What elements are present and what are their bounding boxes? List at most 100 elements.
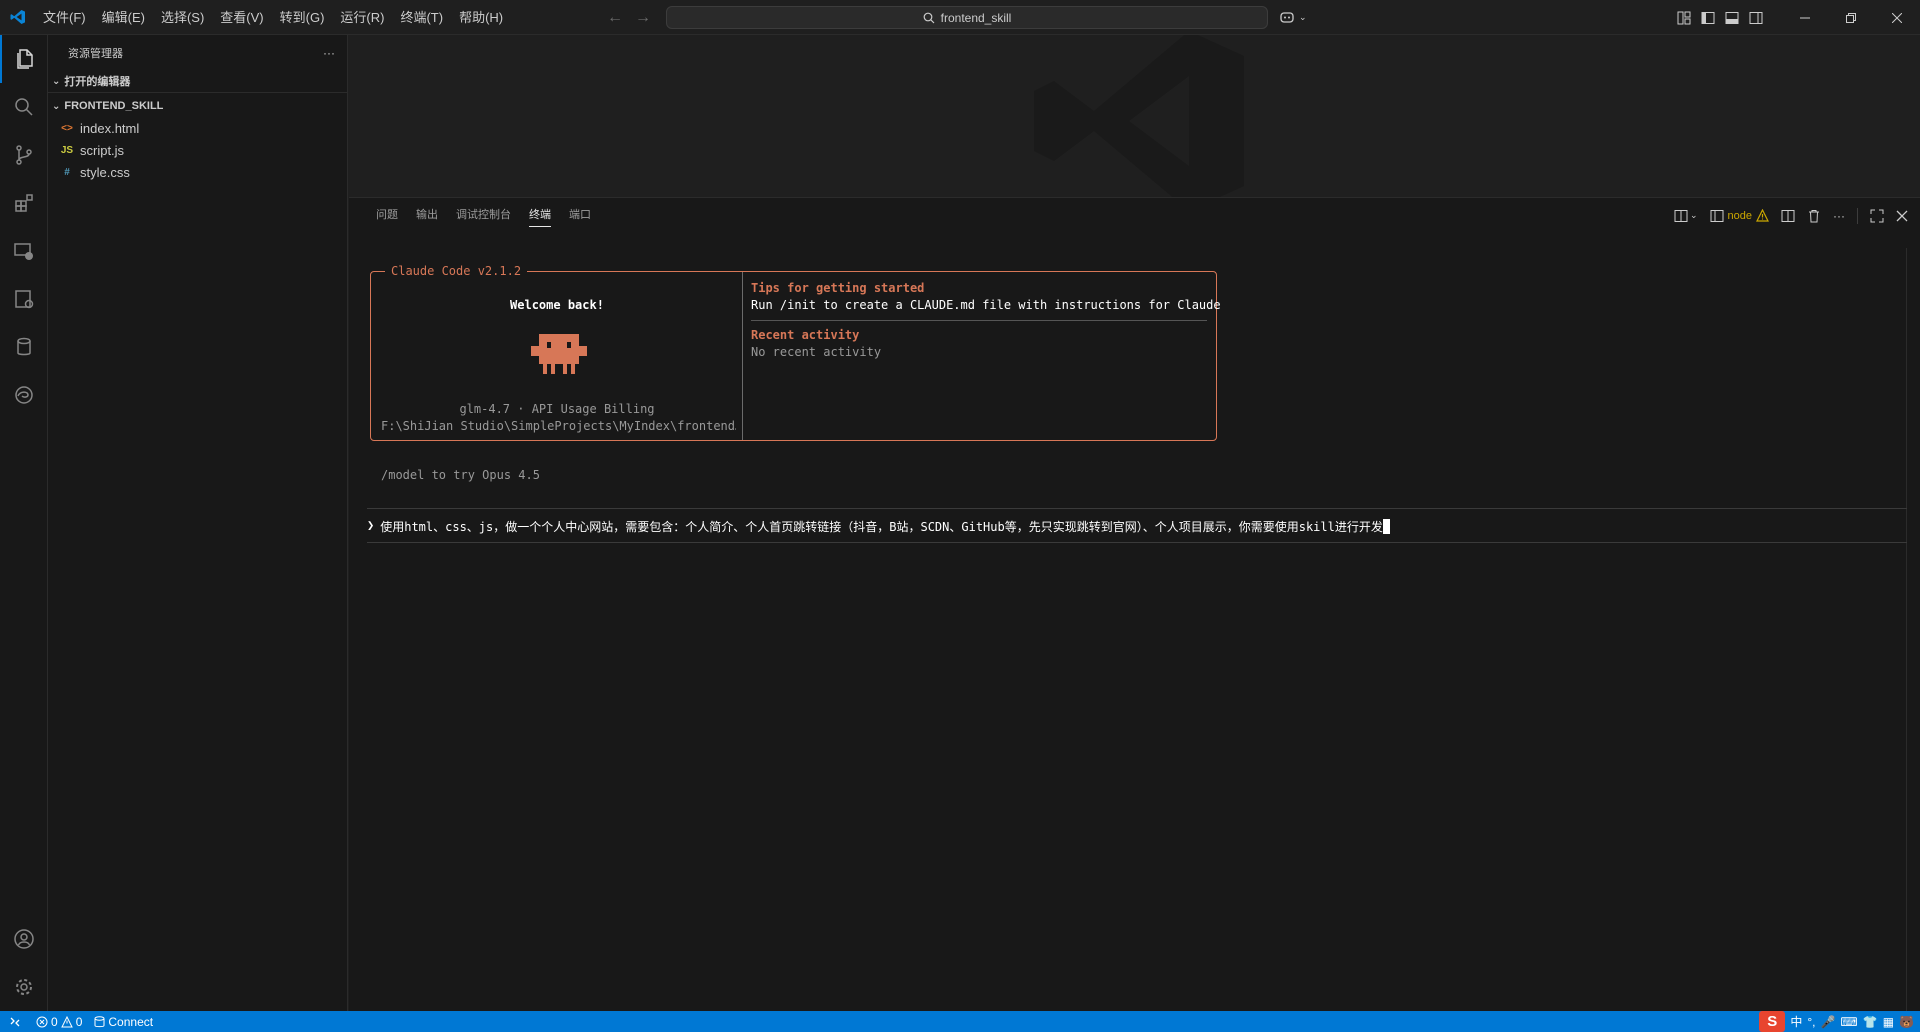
maximize-panel-icon[interactable] [1870, 209, 1884, 223]
warning-icon [60, 1015, 73, 1027]
connect-status[interactable]: Connect [88, 1011, 159, 1032]
minimize-icon [1800, 17, 1810, 18]
connect-label: Connect [108, 1014, 154, 1029]
open-editors-label: 打开的编辑器 [64, 76, 131, 88]
working-directory: F:\ShiJian Studio\SimpleProjects\MyIndex… [381, 419, 736, 433]
explorer-activity[interactable] [0, 35, 48, 83]
terminal-scrollbar[interactable] [1906, 248, 1920, 1012]
folder-section[interactable]: ⌄ FRONTEND_SKILL [48, 95, 347, 117]
panel-actions: ⌄ node ··· [1674, 198, 1908, 233]
file-name: style.css [80, 164, 130, 180]
extensions-activity[interactable] [0, 179, 48, 227]
problems-status[interactable]: 0 0 [30, 1011, 88, 1032]
menu-edit[interactable]: 编辑(E) [94, 0, 153, 35]
remote-indicator[interactable] [0, 1011, 30, 1032]
ime-chinese-mode[interactable]: 中 [1790, 1013, 1802, 1030]
search-icon [15, 98, 33, 116]
toggle-secondary-sidebar-icon[interactable] [1748, 10, 1764, 26]
edge-icon [15, 386, 33, 404]
menu-selection[interactable]: 选择(S) [153, 0, 212, 35]
source-control-activity[interactable] [0, 131, 48, 179]
tab-problems[interactable]: 问题 [367, 198, 407, 233]
menu-terminal[interactable]: 终端(T) [392, 0, 451, 35]
search-activity[interactable] [0, 83, 48, 131]
back-arrow-icon[interactable]: ← [606, 9, 624, 27]
toggle-primary-sidebar-icon[interactable] [1700, 10, 1716, 26]
activity-bar [0, 35, 48, 1011]
more-actions-button[interactable]: ··· [323, 46, 335, 60]
command-center-search[interactable]: frontend_skill [666, 6, 1268, 29]
close-panel-icon[interactable] [1896, 210, 1908, 222]
text-cursor [1382, 519, 1390, 534]
tab-terminal[interactable]: 终端 [520, 198, 560, 233]
edge-devtools-activity[interactable] [0, 371, 48, 419]
gear-icon [16, 979, 32, 995]
chevron-down-icon: ⌄ [1689, 210, 1698, 220]
menu-go[interactable]: 转到(G) [272, 0, 333, 35]
status-bar: 0 0 Connect S 中 °, 🎤 ⌨ 👕 ▦ 🐻 [0, 1011, 1920, 1032]
manage-activity[interactable] [0, 963, 48, 1011]
layout-controls [1676, 0, 1764, 35]
file-item-style-css[interactable]: # style.css [48, 161, 347, 183]
js-file-icon: JS [60, 144, 74, 156]
tips-text: Run /init to create a CLAUDE.md file wit… [751, 298, 1221, 312]
menu-view[interactable]: 查看(V) [212, 0, 271, 35]
chevron-down-icon: ⌄ [52, 75, 61, 87]
menu-help[interactable]: 帮助(H) [451, 0, 511, 35]
new-terminal-dropdown[interactable]: ⌄ [1674, 209, 1698, 223]
search-icon [923, 12, 935, 23]
menu-bar: 文件(F) 编辑(E) 选择(S) 查看(V) 转到(G) 运行(R) 终端(T… [35, 0, 511, 35]
accounts-activity[interactable] [0, 915, 48, 963]
html-file-icon: <> [61, 122, 73, 134]
database-activity[interactable] [0, 323, 48, 371]
remote-explorer-activity[interactable] [0, 227, 48, 275]
navigation-arrows: ← → [606, 0, 652, 35]
customize-layout-icon[interactable] [1676, 10, 1692, 26]
terminal-instance[interactable]: node [1710, 209, 1769, 223]
terminal-split-icon [1710, 209, 1724, 222]
prompt-input[interactable]: ❯ 使用html、css、js，做一个个人中心网站，需要包含：个人简介、个人首页… [367, 518, 1390, 535]
ime-mascot-icon[interactable]: 🐻 [1899, 1015, 1914, 1029]
ime-toolbox-icon[interactable]: ▦ [1883, 1015, 1894, 1029]
warning-icon [1756, 209, 1769, 222]
testing-activity[interactable] [0, 275, 48, 323]
copilot-icon [1280, 11, 1294, 23]
model-info: glm-4.7 · API Usage Billing [459, 402, 655, 416]
terminal-content[interactable]: Claude Code v2.1.2 Welcome back! glm-4.7… [367, 238, 1907, 1011]
vscode-logo-icon [0, 0, 35, 35]
forward-arrow-icon[interactable]: → [634, 9, 652, 27]
testing-icon [15, 290, 34, 309]
ime-voice-icon[interactable]: 🎤 [1820, 1015, 1835, 1029]
ime-toolbar: S 中 °, 🎤 ⌨ 👕 ▦ 🐻 [1759, 1011, 1920, 1032]
menu-run[interactable]: 运行(R) [332, 0, 392, 35]
close-icon [1892, 12, 1902, 23]
account-icon [14, 929, 34, 949]
source-control-icon [16, 145, 32, 165]
section-divider [48, 92, 347, 93]
folder-label: FRONTEND_SKILL [64, 100, 164, 112]
ime-keyboard-icon[interactable]: ⌨ [1840, 1015, 1857, 1029]
copilot-button[interactable]: ⌄ [1279, 0, 1307, 35]
ime-punctuation[interactable]: °, [1807, 1015, 1815, 1029]
split-terminal-icon[interactable] [1781, 209, 1795, 223]
tab-debug-console[interactable]: 调试控制台 [447, 198, 520, 233]
chevron-down-icon: ⌄ [1299, 12, 1307, 22]
toggle-panel-icon[interactable] [1724, 10, 1740, 26]
open-editors-section[interactable]: ⌄ 打开的编辑器 [48, 70, 347, 92]
menu-file[interactable]: 文件(F) [35, 0, 94, 35]
restore-button[interactable] [1828, 0, 1874, 35]
file-item-script-js[interactable]: JS script.js [48, 139, 347, 161]
more-actions-icon[interactable]: ··· [1833, 209, 1845, 223]
tab-output[interactable]: 输出 [407, 198, 447, 233]
tab-ports[interactable]: 端口 [560, 198, 600, 233]
sidebar-title: 资源管理器 [68, 47, 123, 60]
ime-skin-icon[interactable]: 👕 [1863, 1015, 1878, 1029]
panel-actions-divider [1857, 207, 1858, 224]
close-window-button[interactable] [1874, 0, 1920, 35]
sogou-ime-logo[interactable]: S [1759, 1011, 1786, 1032]
prompt-text: 使用html、css、js，做一个个人中心网站，需要包含：个人简介、个人首页跳转… [380, 518, 1390, 535]
tips-title: Tips for getting started [751, 281, 925, 295]
minimize-button[interactable] [1782, 0, 1828, 35]
file-item-index-html[interactable]: <> index.html [48, 117, 347, 139]
trash-icon[interactable] [1807, 209, 1821, 223]
